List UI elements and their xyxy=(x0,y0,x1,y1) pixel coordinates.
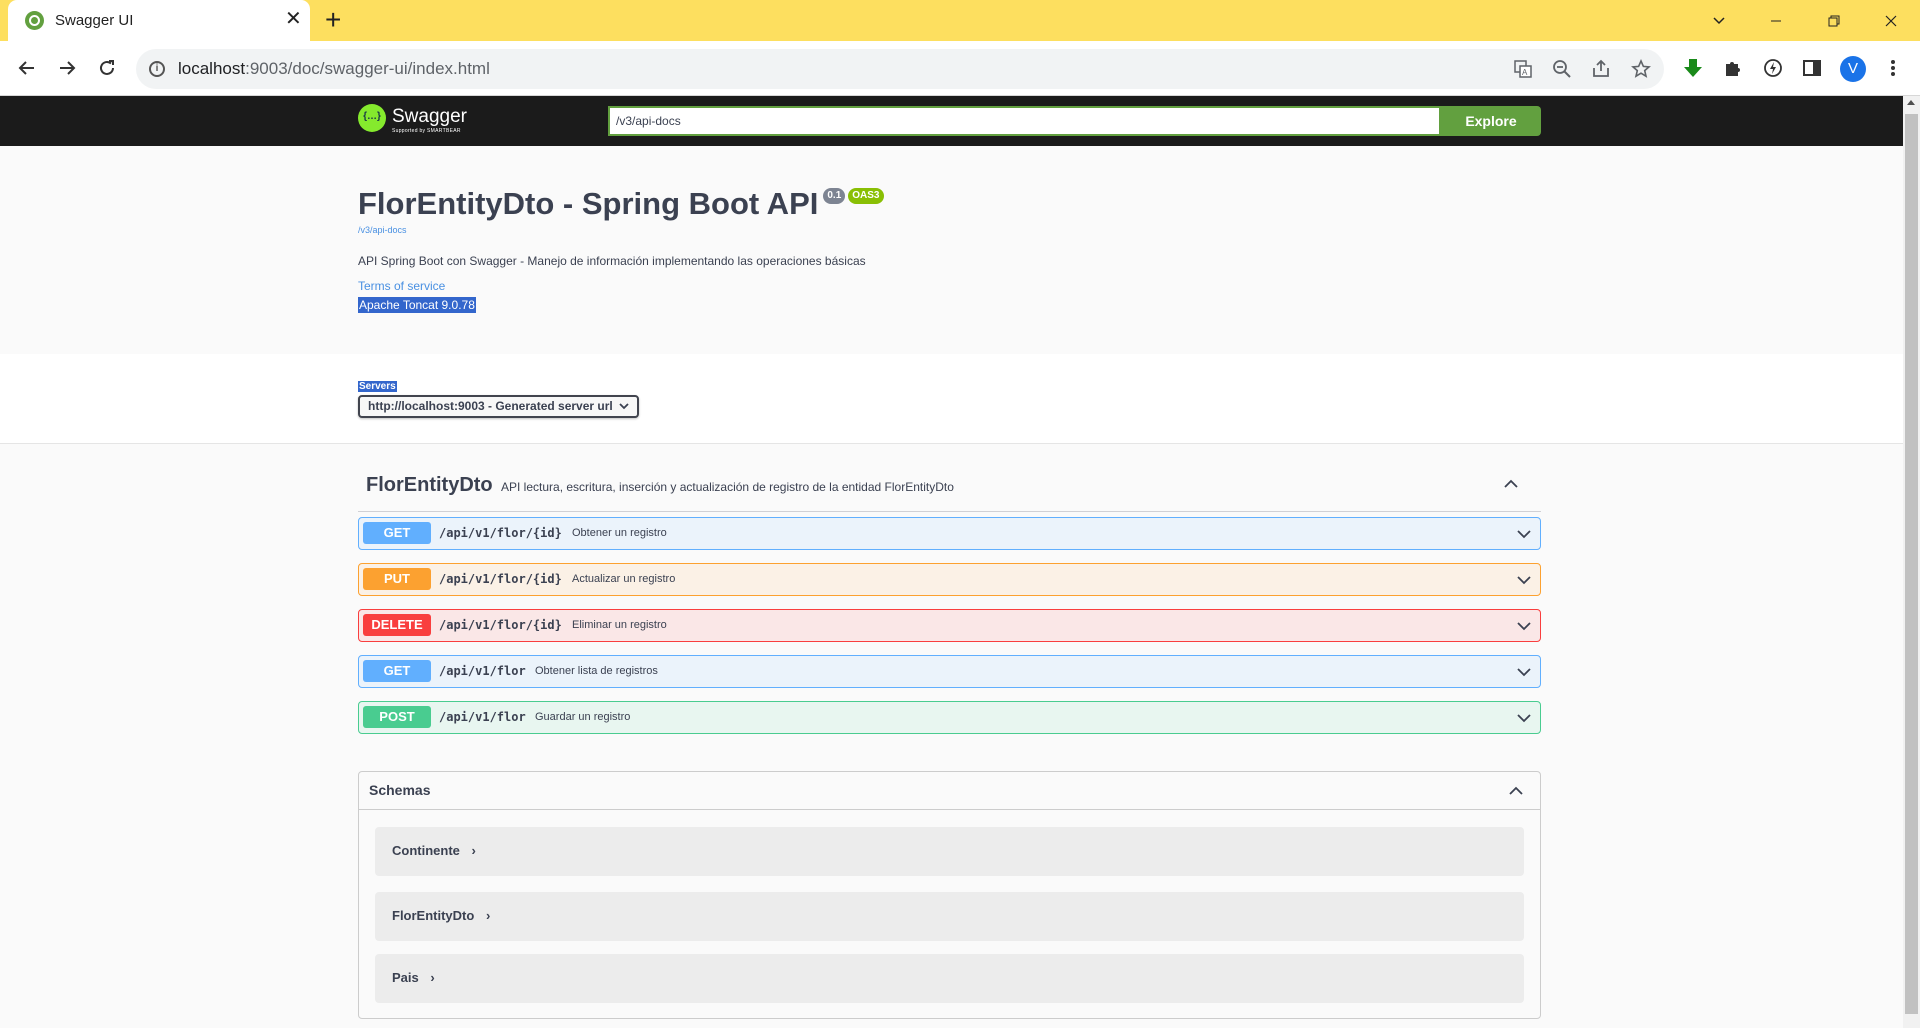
opblock-delete-flor-id[interactable]: DELETE /api/v1/flor/{id} Eliminar un reg… xyxy=(358,609,1541,642)
swagger-topbar: Swagger Supported by SMARTBEAR Explore xyxy=(0,96,1903,146)
servers-section: Servers http://localhost:9003 - Generate… xyxy=(0,354,1903,444)
model-name-text: Continente xyxy=(392,843,460,858)
url-path: :9003/doc/swagger-ui/index.html xyxy=(245,59,490,78)
operation-path: /api/v1/flor xyxy=(439,710,526,724)
profile-avatar[interactable]: V xyxy=(1840,56,1866,82)
chevron-right-icon: › xyxy=(485,908,491,923)
info-icon[interactable]: i xyxy=(149,61,165,77)
model-name: FlorEntityDto › xyxy=(392,908,490,923)
new-tab-button[interactable]: + xyxy=(325,6,341,34)
method-badge: GET xyxy=(363,522,431,544)
reload-icon[interactable] xyxy=(92,53,122,83)
terms-of-service-link[interactable]: Terms of service xyxy=(358,279,445,293)
url-host: localhost xyxy=(178,59,246,78)
chevron-down-icon xyxy=(619,399,629,416)
schemas-title: Schemas xyxy=(369,782,431,798)
model-pais[interactable]: Pais › xyxy=(375,954,1524,1003)
opblock-get-flor[interactable]: GET /api/v1/flor Obtener lista de regist… xyxy=(358,655,1541,688)
operation-summary: Eliminar un registro xyxy=(572,619,667,631)
method-badge: POST xyxy=(363,706,431,728)
swagger-favicon-icon xyxy=(25,11,44,30)
spec-url-input[interactable] xyxy=(608,106,1441,136)
method-badge: PUT xyxy=(363,568,431,590)
opblock-put-flor-id[interactable]: PUT /api/v1/flor/{id} Actualizar un regi… xyxy=(358,563,1541,596)
download-icon[interactable] xyxy=(1680,55,1706,81)
operation-summary: Obtener lista de registros xyxy=(535,665,658,677)
schemas-header[interactable]: Schemas xyxy=(359,772,1540,810)
page-scrollbar[interactable] xyxy=(1903,96,1920,1028)
tab-close-icon[interactable]: ✕ xyxy=(285,9,302,29)
chevron-up-icon[interactable] xyxy=(1506,781,1526,801)
operation-summary: Actualizar un registro xyxy=(572,573,676,585)
zoom-out-icon[interactable] xyxy=(1551,58,1573,80)
extension-icon[interactable] xyxy=(1760,55,1786,81)
operation-path: /api/v1/flor/{id} xyxy=(439,526,562,540)
license-text: Apache Toncat 9.0.78 xyxy=(358,297,476,313)
forward-icon[interactable] xyxy=(52,53,82,83)
translate-icon[interactable]: A xyxy=(1512,58,1534,80)
spec-link[interactable]: /v3/api-docs xyxy=(358,225,407,235)
back-icon[interactable] xyxy=(12,53,42,83)
explore-button[interactable]: Explore xyxy=(1441,106,1541,136)
tag-name: FlorEntityDto xyxy=(366,474,493,496)
tab-title: Swagger UI xyxy=(55,12,134,29)
svg-text:A: A xyxy=(1522,68,1528,77)
schemas-section: Schemas Continente › FlorEntityDto › Pai… xyxy=(358,771,1541,1019)
swagger-logo-subtitle: Supported by SMARTBEAR xyxy=(392,128,461,134)
browser-tab[interactable]: Swagger UI ✕ xyxy=(8,0,310,41)
chevron-down-icon[interactable] xyxy=(1514,662,1534,682)
model-name-text: FlorEntityDto xyxy=(392,908,475,923)
scrollbar-thumb[interactable] xyxy=(1905,114,1918,1014)
browser-toolbar: i localhost:9003/doc/swagger-ui/index.ht… xyxy=(0,41,1920,96)
operation-summary: Guardar un registro xyxy=(535,711,631,723)
operation-path: /api/v1/flor xyxy=(439,664,526,678)
servers-label: Servers xyxy=(358,381,397,392)
tag-description: API lectura, escritura, inserción y actu… xyxy=(501,480,954,494)
minimize-button[interactable] xyxy=(1747,0,1805,41)
model-florentitydto[interactable]: FlorEntityDto › xyxy=(375,892,1524,941)
api-description: API Spring Boot con Swagger - Manejo de … xyxy=(358,254,866,268)
api-title: FlorEntityDto - Spring Boot API xyxy=(358,186,819,221)
opblock-post-flor[interactable]: POST /api/v1/flor Guardar un registro xyxy=(358,701,1541,734)
swagger-logo-text[interactable]: Swagger xyxy=(392,106,467,128)
address-bar[interactable]: i localhost:9003/doc/swagger-ui/index.ht… xyxy=(136,49,1664,89)
menu-icon[interactable] xyxy=(1880,55,1906,81)
model-name: Pais › xyxy=(392,970,435,985)
operation-path: /api/v1/flor/{id} xyxy=(439,618,562,632)
operation-summary: Obtener un registro xyxy=(572,527,667,539)
chevron-down-icon[interactable] xyxy=(1514,708,1534,728)
model-name-text: Pais xyxy=(392,970,419,985)
version-badge: 0.1 xyxy=(823,188,846,204)
chevron-down-icon[interactable] xyxy=(1514,570,1534,590)
tag-header[interactable]: FlorEntityDto API lectura, escritura, in… xyxy=(358,466,1541,512)
chevron-down-icon[interactable] xyxy=(1514,524,1534,544)
swagger-logo-icon[interactable] xyxy=(358,104,386,132)
servers-selected-value: http://localhost:9003 - Generated server… xyxy=(368,399,613,413)
oas-badge: OAS3 xyxy=(848,188,884,204)
scroll-up-icon[interactable] xyxy=(1907,100,1915,105)
chevron-right-icon: › xyxy=(430,970,435,985)
star-icon[interactable] xyxy=(1630,58,1652,80)
chevron-down-icon[interactable] xyxy=(1514,616,1534,636)
close-window-button[interactable] xyxy=(1862,0,1920,41)
model-name: Continente › xyxy=(392,843,476,858)
share-icon[interactable] xyxy=(1590,58,1612,80)
api-info: FlorEntityDto - Spring Boot API 0.1 OAS3 xyxy=(358,186,884,222)
extensions-icon[interactable] xyxy=(1720,55,1746,81)
chevron-right-icon: › xyxy=(471,843,476,858)
tab-search-icon[interactable] xyxy=(1690,0,1748,41)
restore-button[interactable] xyxy=(1805,0,1863,41)
operation-path: /api/v1/flor/{id} xyxy=(439,572,562,586)
url-text: localhost:9003/doc/swagger-ui/index.html xyxy=(178,59,490,79)
opblock-get-flor-id[interactable]: GET /api/v1/flor/{id} Obtener un registr… xyxy=(358,517,1541,550)
model-continente[interactable]: Continente › xyxy=(375,827,1524,876)
servers-select[interactable]: http://localhost:9003 - Generated server… xyxy=(358,395,639,418)
method-badge: DELETE xyxy=(363,614,431,636)
chevron-up-icon[interactable] xyxy=(1501,474,1521,494)
browser-tab-bar: Swagger UI ✕ + xyxy=(0,0,1920,41)
side-panel-icon[interactable] xyxy=(1799,55,1825,81)
method-badge: GET xyxy=(363,660,431,682)
